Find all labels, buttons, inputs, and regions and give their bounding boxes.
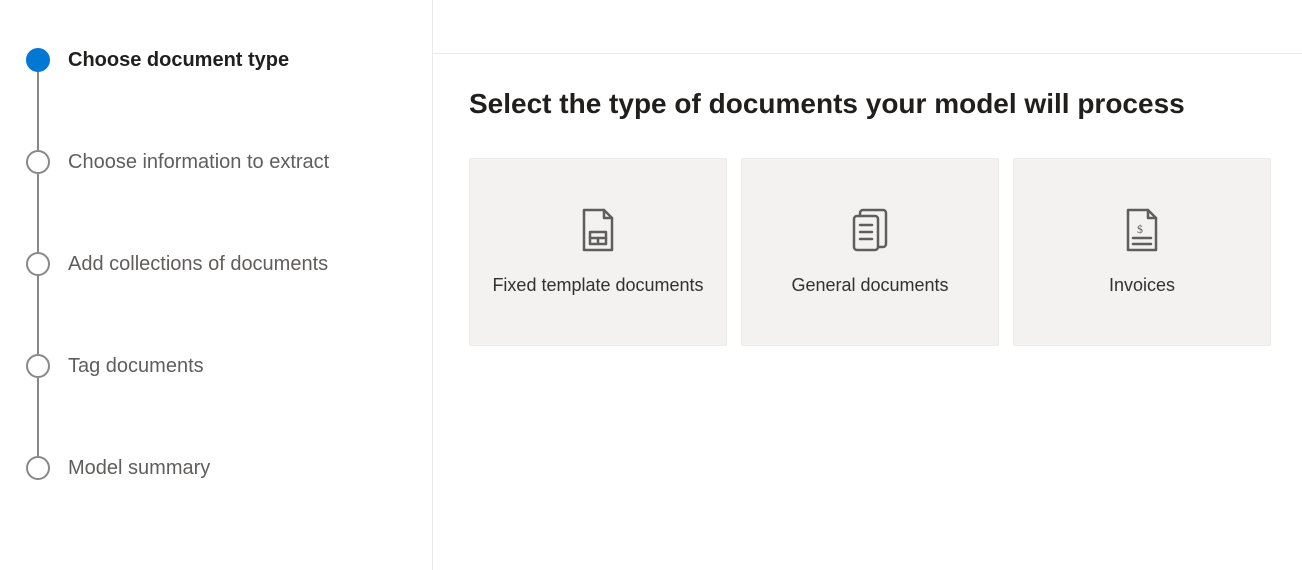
step-marker-icon [26,252,50,276]
header-spacer [433,0,1302,54]
document-general-icon [848,206,892,254]
step-marker-icon [26,456,50,480]
step-connector [37,276,39,354]
step-add-collections-of-documents[interactable]: Add collections of documents [26,252,412,354]
main-content-area: Select the type of documents your model … [432,0,1302,570]
page-title: Select the type of documents your model … [469,88,1271,120]
step-connector [37,72,39,150]
card-label: Invoices [1109,272,1175,299]
svg-text:$: $ [1137,222,1143,236]
step-tag-documents[interactable]: Tag documents [26,354,412,456]
step-connector [37,378,39,456]
step-marker-icon [26,354,50,378]
wizard-steps-sidebar: Choose document type Choose information … [0,0,432,570]
document-invoice-icon: $ [1120,206,1164,254]
step-label: Choose document type [68,48,289,72]
step-choose-document-type[interactable]: Choose document type [26,48,412,150]
card-invoices[interactable]: $ Invoices [1013,158,1271,346]
card-label: Fixed template documents [492,272,703,299]
main-content: Select the type of documents your model … [433,54,1302,380]
step-label: Choose information to extract [68,150,329,174]
step-choose-information-to-extract[interactable]: Choose information to extract [26,150,412,252]
card-general-documents[interactable]: General documents [741,158,999,346]
step-connector [37,174,39,252]
step-label: Tag documents [68,354,204,378]
card-label: General documents [791,272,948,299]
step-label: Add collections of documents [68,252,328,276]
document-template-icon [576,206,620,254]
card-fixed-template-documents[interactable]: Fixed template documents [469,158,727,346]
step-label: Model summary [68,456,210,480]
step-model-summary[interactable]: Model summary [26,456,412,480]
document-type-cards: Fixed template documents General documen… [469,158,1271,346]
step-marker-icon [26,150,50,174]
steps-list: Choose document type Choose information … [26,48,412,480]
step-marker-icon [26,48,50,72]
